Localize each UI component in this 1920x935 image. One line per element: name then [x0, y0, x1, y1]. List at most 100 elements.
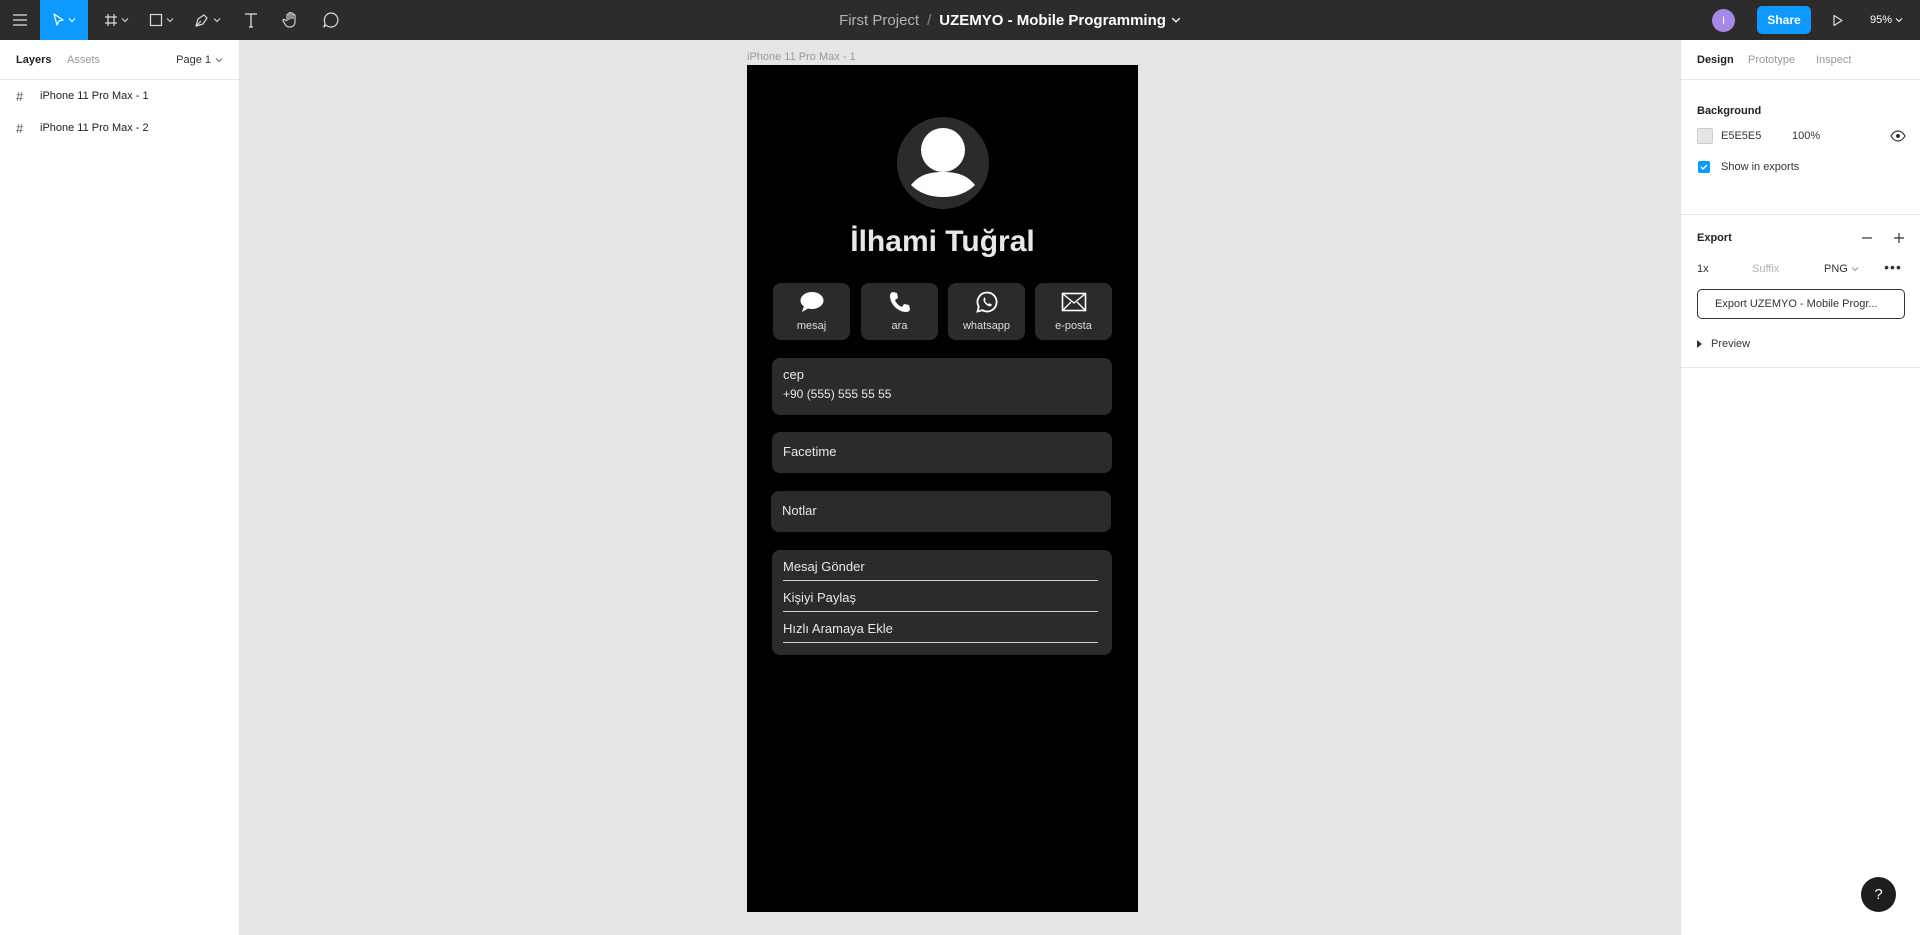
contact-name: İlhami Tuğral [850, 225, 1035, 258]
add-speed-dial-label: Hızlı Aramaya Ekle [783, 621, 893, 636]
hand-icon [282, 11, 296, 28]
text-t-icon [245, 13, 257, 28]
background-section: Background E5E5E5 100% Show in exports [1681, 80, 1920, 215]
hamburger-menu-icon[interactable] [0, 0, 40, 40]
show-in-exports-checkbox[interactable] [1698, 161, 1710, 173]
frame-hash-icon [104, 14, 117, 26]
facetime-card[interactable]: Facetime [772, 432, 1112, 473]
page-selector-label: Page 1 [176, 54, 211, 66]
envelope-icon [1035, 289, 1112, 315]
preview-label: Preview [1711, 338, 1751, 350]
comment-bubble-icon [323, 12, 339, 28]
layer-name: iPhone 11 Pro Max - 1 [40, 90, 149, 102]
phone-label: cep [783, 367, 804, 382]
help-button[interactable]: ? [1861, 877, 1896, 912]
play-icon [1833, 14, 1843, 26]
export-button[interactable]: Export UZEMYO - Mobile Progr... [1697, 289, 1905, 319]
page-selector[interactable]: Page 1 [176, 54, 223, 66]
share-button[interactable]: Share [1757, 6, 1811, 34]
chevron-down-icon[interactable] [1171, 15, 1181, 25]
hand-tool-button[interactable] [276, 0, 306, 40]
project-name[interactable]: First Project [839, 12, 919, 29]
section-title: Export [1697, 232, 1732, 244]
move-tool-button[interactable] [40, 0, 88, 40]
message-bubble-icon [773, 289, 850, 315]
email-action-button[interactable]: e-posta [1035, 283, 1112, 340]
chevron-down-icon [215, 58, 223, 63]
phone-icon [861, 289, 938, 315]
layers-panel: Layers Assets Page 1 # iPhone 11 Pro Max… [0, 40, 240, 935]
minus-icon[interactable] [1859, 230, 1875, 246]
checkmark-icon [1700, 164, 1708, 170]
tab-inspect[interactable]: Inspect [1816, 54, 1851, 66]
shape-tool-button[interactable] [140, 0, 182, 40]
zoom-menu[interactable]: 95% [1870, 0, 1914, 40]
chevron-down-icon [213, 18, 220, 23]
export-section: Export 1x Suffix PNG ••• Export UZEMYO -… [1681, 215, 1920, 368]
contact-avatar-icon [897, 117, 989, 209]
phone-number-card[interactable]: cep +90 (555) 555 55 55 [772, 358, 1112, 415]
file-name[interactable]: UZEMYO - Mobile Programming [939, 12, 1166, 29]
whatsapp-icon [948, 289, 1025, 315]
cursor-arrow-icon [52, 13, 64, 26]
chevron-down-icon [166, 18, 173, 23]
pen-nib-icon [194, 14, 208, 27]
chevron-down-icon [1851, 267, 1859, 272]
plus-icon[interactable] [1891, 230, 1907, 246]
action-label: mesaj [796, 320, 827, 332]
tab-layers[interactable]: Layers [16, 54, 51, 66]
send-message-label: Mesaj Gönder [783, 559, 865, 574]
tab-assets[interactable]: Assets [67, 54, 100, 66]
suffix-input[interactable]: Suffix [1752, 263, 1779, 275]
caret-right-icon [1697, 340, 1702, 348]
chevron-down-icon [121, 18, 128, 23]
section-title: Background [1697, 105, 1762, 117]
present-play-button[interactable] [1826, 0, 1850, 40]
breadcrumb-separator: / [927, 11, 932, 29]
eye-icon[interactable] [1890, 128, 1906, 149]
opacity-value[interactable]: 100% [1792, 130, 1820, 142]
preview-toggle[interactable]: Preview [1697, 338, 1750, 350]
export-scale-select[interactable]: 1x [1697, 263, 1709, 275]
file-breadcrumb: First Project / UZEMYO - Mobile Programm… [700, 0, 1320, 40]
list-item[interactable]: Hızlı Aramaya Ekle [783, 612, 1098, 643]
left-panel-tabs: Layers Assets Page 1 [0, 40, 239, 80]
list-item[interactable]: Mesaj Gönder [783, 550, 1098, 581]
text-tool-button[interactable] [238, 0, 264, 40]
phone-number: +90 (555) 555 55 55 [783, 387, 892, 401]
layer-item[interactable]: # iPhone 11 Pro Max - 1 [0, 80, 239, 112]
right-panel-tabs: Design Prototype Inspect [1681, 40, 1920, 80]
notes-label: Notlar [782, 503, 817, 518]
chevron-down-icon [68, 18, 75, 23]
user-avatar[interactable]: I [1712, 9, 1735, 32]
phone-frame[interactable]: İlhami Tuğral mesaj ara whatsapp e-posta… [747, 65, 1138, 912]
rectangle-icon [149, 13, 162, 27]
notes-card[interactable]: Notlar [771, 491, 1111, 532]
list-item[interactable]: Kişiyi Paylaş [783, 581, 1098, 612]
tab-design[interactable]: Design [1697, 54, 1734, 66]
color-swatch[interactable] [1697, 128, 1713, 144]
tab-prototype[interactable]: Prototype [1748, 54, 1795, 66]
format-select[interactable]: PNG [1824, 263, 1859, 275]
facetime-label: Facetime [783, 444, 837, 459]
action-label: ara [891, 320, 908, 332]
whatsapp-action-button[interactable]: whatsapp [948, 283, 1025, 340]
pen-tool-button[interactable] [186, 0, 228, 40]
share-contact-label: Kişiyi Paylaş [783, 590, 856, 605]
chevron-down-icon [1895, 18, 1903, 23]
frame-hash-icon: # [16, 88, 24, 104]
comment-tool-button[interactable] [316, 0, 346, 40]
frame-label[interactable]: iPhone 11 Pro Max - 1 [747, 51, 856, 63]
more-options-icon[interactable]: ••• [1881, 259, 1905, 275]
show-in-exports-label: Show in exports [1721, 161, 1800, 173]
layer-item[interactable]: # iPhone 11 Pro Max - 2 [0, 112, 239, 144]
layer-name: iPhone 11 Pro Max - 2 [40, 122, 149, 134]
frame-hash-icon: # [16, 120, 24, 136]
action-label: e-posta [1055, 320, 1092, 332]
contact-actions-card: Mesaj Gönder Kişiyi Paylaş Hızlı Aramaya… [772, 550, 1112, 655]
hex-value[interactable]: E5E5E5 [1721, 130, 1761, 142]
action-label: whatsapp [962, 320, 1011, 332]
message-action-button[interactable]: mesaj [773, 283, 850, 340]
frame-tool-button[interactable] [96, 0, 136, 40]
call-action-button[interactable]: ara [861, 283, 938, 340]
